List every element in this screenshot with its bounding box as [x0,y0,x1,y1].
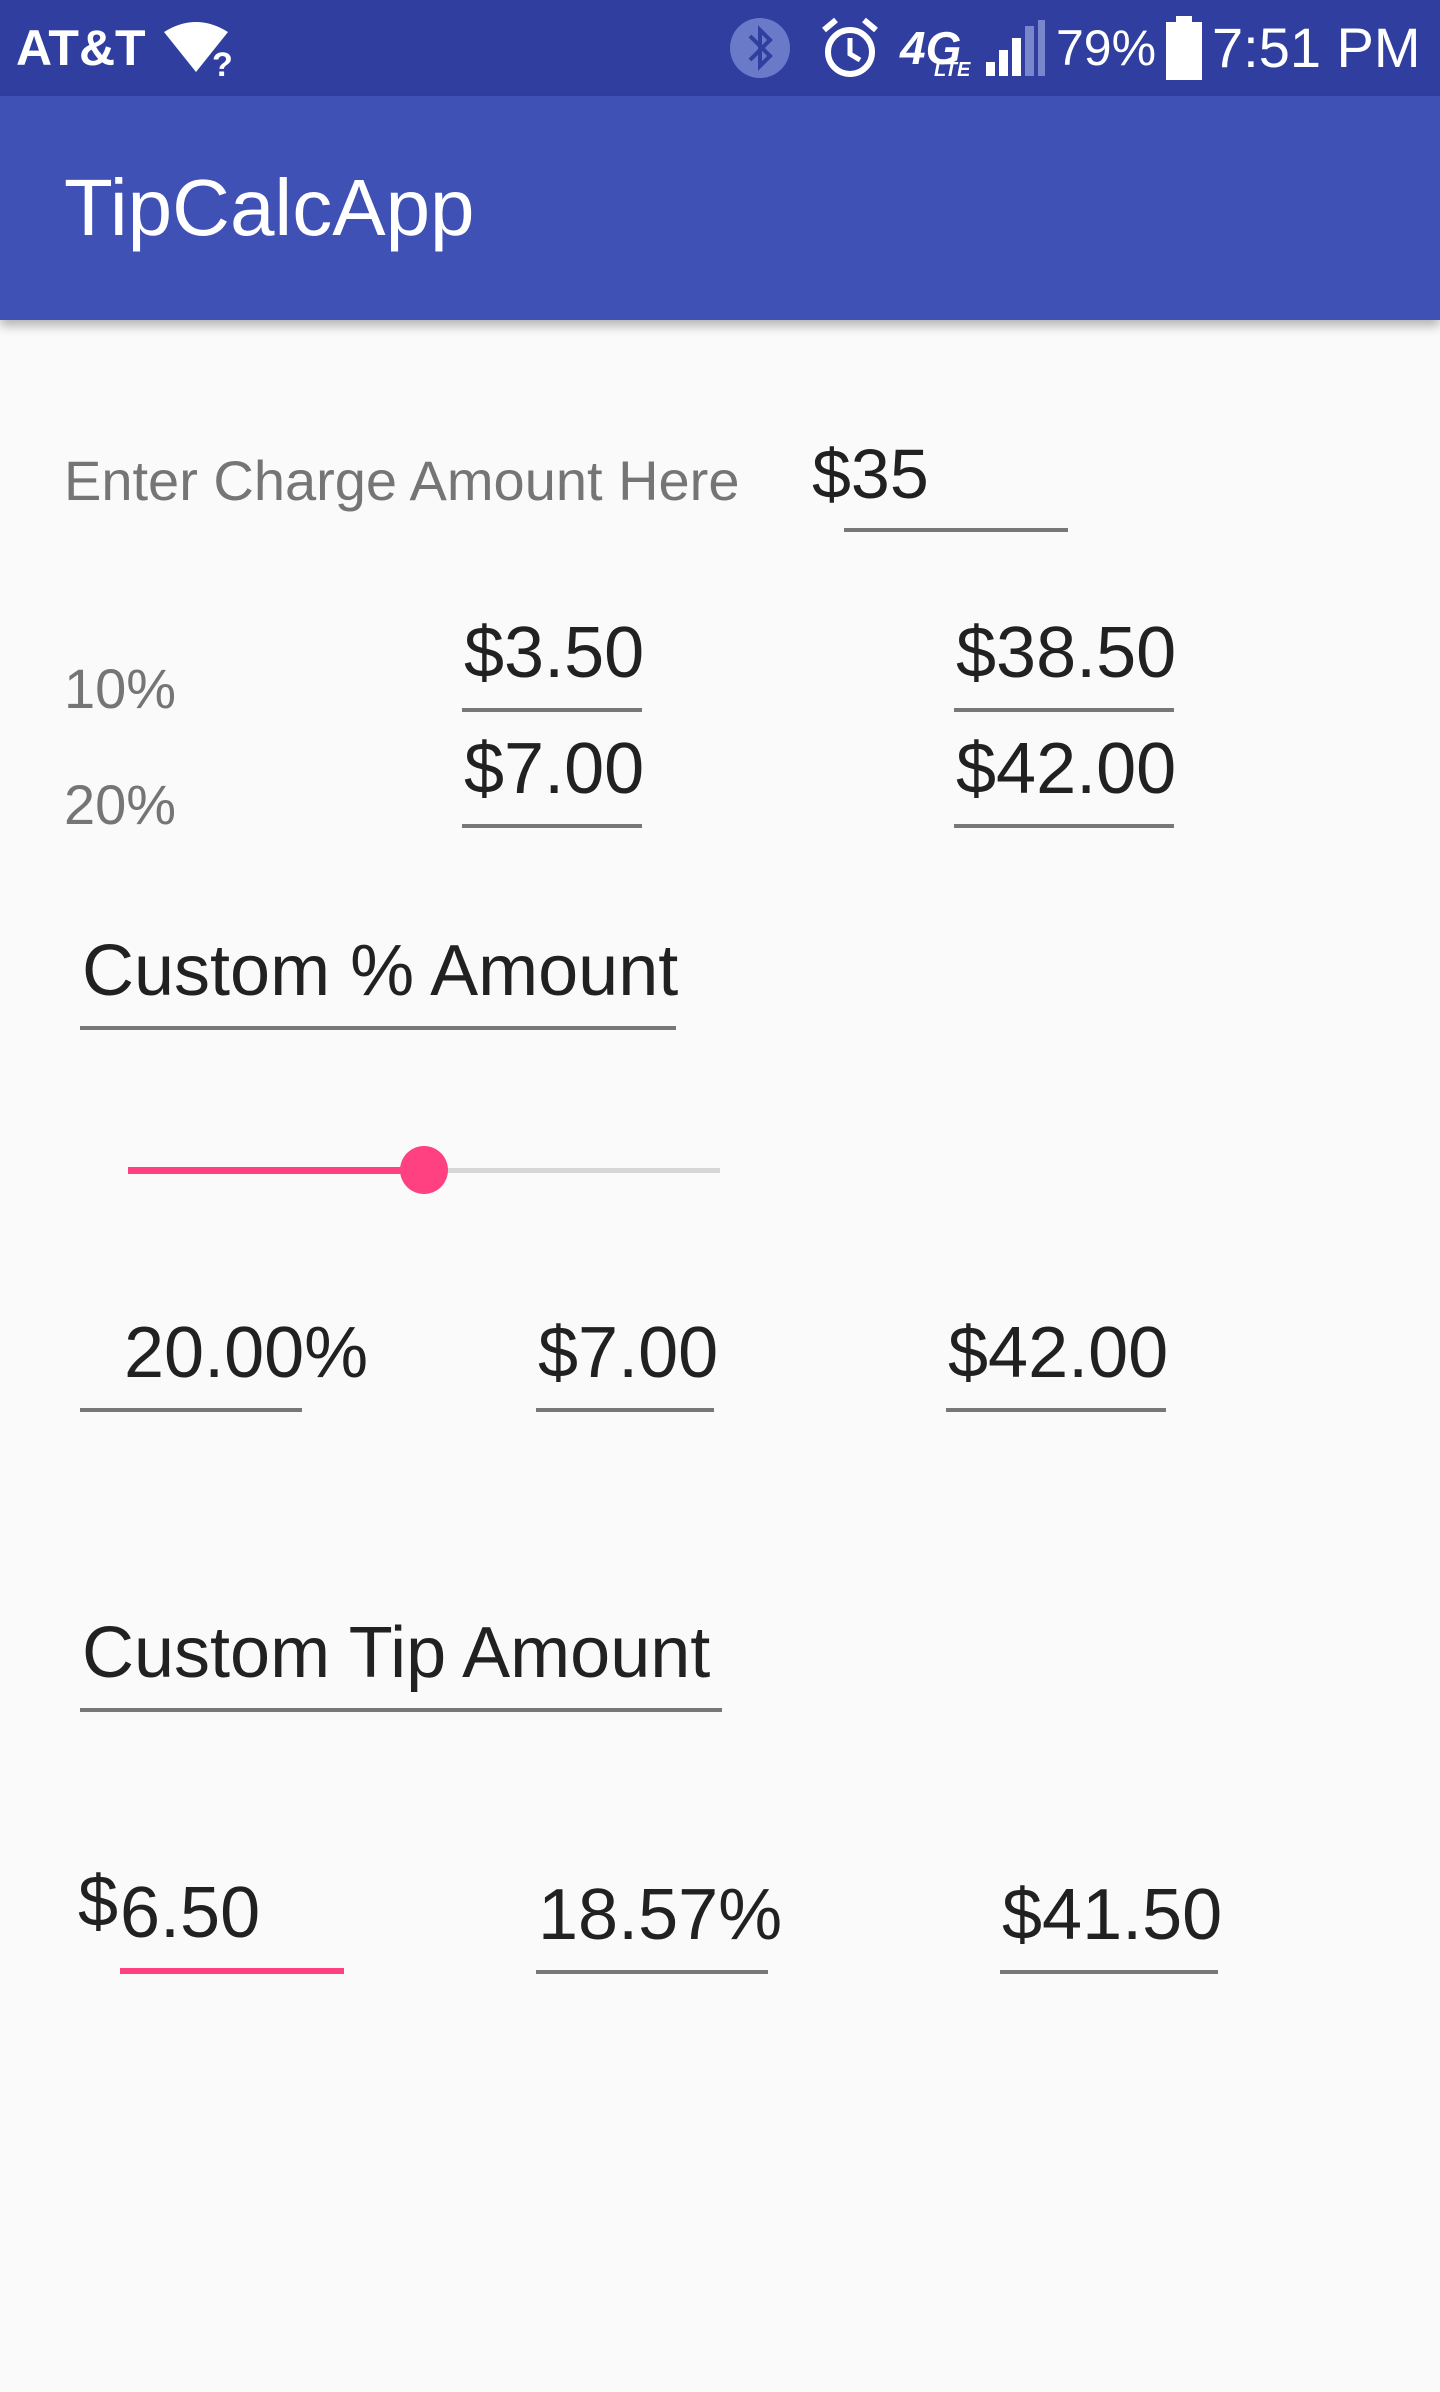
custom-percent-slider[interactable] [128,1140,720,1200]
alarm-icon [822,17,878,77]
slider-thumb[interactable] [400,1146,448,1194]
custom-percent-tip-field: $7.00 [536,1300,718,1412]
custom-tip-total-field: $41.50 [1000,1860,1222,1974]
tip-10-field: $3.50 [462,600,645,712]
total-10-value: $38.50 [956,613,1177,693]
svg-text:?: ? [212,46,233,78]
app-title: TipCalcApp [64,163,475,252]
percent-10-label: 10% [64,657,177,720]
custom-percent-value: 20.00% [124,1313,369,1393]
custom-tip-percent-value: 18.57% [538,1875,783,1955]
custom-tip-percent-field: 18.57% [536,1860,782,1974]
custom-percent-tip-value: $7.00 [538,1313,719,1393]
custom-percent-total-field: $42.00 [946,1300,1169,1412]
bluetooth-icon [730,18,790,78]
battery-percent: 79% [1056,20,1157,76]
charge-input-value: $35 [812,435,929,513]
wifi-question-icon: ? [164,22,233,78]
custom-percent-heading-text: Custom % Amount [82,931,679,1011]
custom-percent-input[interactable]: 20.00% [80,1300,368,1412]
custom-tip-heading: Custom Tip Amount [80,1602,722,1712]
app-bar: TipCalcApp [0,96,1440,320]
percent-20-label: 20% [64,773,177,836]
tip-10-value: $3.50 [464,613,645,693]
carrier-label: AT&T [16,20,146,76]
custom-percent-heading: Custom % Amount [80,920,679,1030]
tip-20-field: $7.00 [462,716,645,828]
custom-tip-total-value: $41.50 [1002,1875,1223,1955]
slider-track-fill [128,1167,424,1174]
custom-tip-input-value: 6.50 [120,1873,261,1953]
custom-percent-total-value: $42.00 [948,1313,1169,1393]
charge-label: Enter Charge Amount Here [64,449,740,512]
total-10-field: $38.50 [954,600,1177,712]
total-20-value: $42.00 [956,729,1177,809]
status-bar: AT&T ? 4G LTE 79% 7:51 PM [0,0,1440,96]
signal-icon [986,20,1045,76]
battery-icon [1166,16,1202,80]
charge-input[interactable]: $35 [812,420,1068,532]
custom-tip-heading-text: Custom Tip Amount [82,1613,711,1693]
total-20-field: $42.00 [954,716,1177,828]
custom-tip-currency: $ [78,1862,119,1942]
clock: 7:51 PM [1212,16,1421,79]
custom-tip-input[interactable]: 6.50 [120,1860,344,1974]
tip-20-value: $7.00 [464,729,645,809]
